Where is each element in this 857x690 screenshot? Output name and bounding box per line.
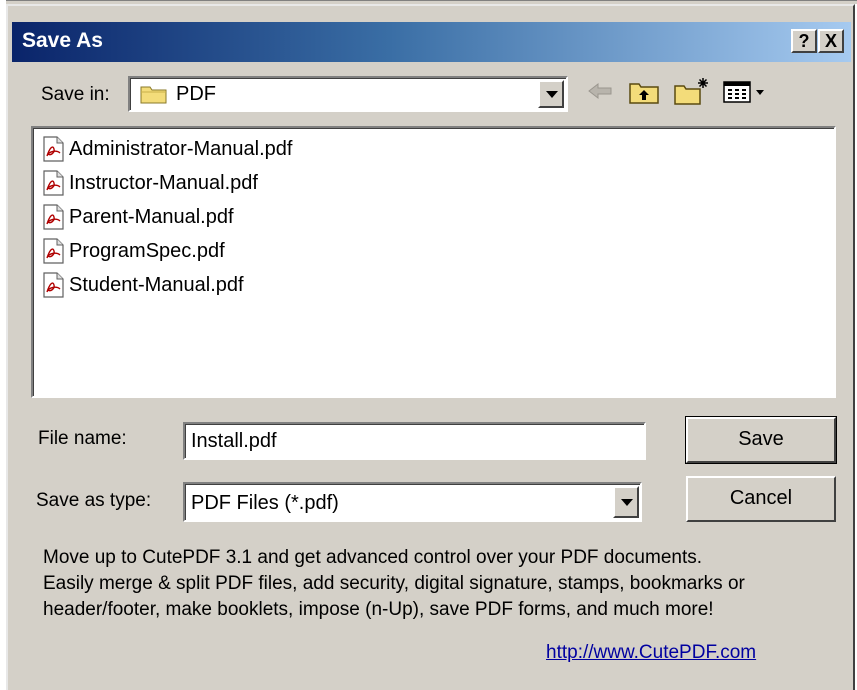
back-arrow-icon[interactable]	[585, 76, 615, 106]
save-in-dropdown-button[interactable]	[538, 80, 564, 108]
file-name: Student-Manual.pdf	[69, 273, 244, 296]
file-name: Parent-Manual.pdf	[69, 205, 234, 228]
save-in-dropdown[interactable]: PDF	[128, 76, 568, 112]
pdf-file-icon	[43, 204, 64, 230]
save-as-type-label: Save as type:	[36, 490, 152, 511]
file-list[interactable]: Administrator-Manual.pdf Instructor-Manu…	[31, 126, 836, 398]
pdf-file-icon	[43, 238, 64, 264]
cancel-button[interactable]: Cancel	[686, 476, 836, 522]
promo-line: header/footer, make booklets, impose (n-…	[43, 599, 714, 620]
save-in-value: PDF	[176, 83, 216, 105]
chevron-down-icon	[546, 91, 558, 98]
list-item[interactable]: Administrator-Manual.pdf	[41, 134, 292, 164]
file-name: ProgramSpec.pdf	[69, 239, 225, 262]
save-as-type-dropdown[interactable]: PDF Files (*.pdf)	[183, 482, 642, 522]
save-as-type-dropdown-button[interactable]	[613, 486, 639, 518]
list-item[interactable]: ProgramSpec.pdf	[41, 236, 225, 266]
promo-text: Move up to CutePDF 3.1 and get advanced …	[43, 545, 745, 623]
file-name: Instructor-Manual.pdf	[69, 171, 258, 194]
list-item[interactable]: Student-Manual.pdf	[41, 270, 244, 300]
view-menu-icon[interactable]	[720, 76, 770, 106]
file-name-label: File name:	[38, 428, 127, 449]
cutepdf-link[interactable]: http://www.CutePDF.com	[546, 642, 756, 664]
file-name-input[interactable]	[183, 422, 646, 460]
up-folder-icon[interactable]	[627, 76, 661, 106]
list-item[interactable]: Instructor-Manual.pdf	[41, 168, 258, 198]
promo-line: Move up to CutePDF 3.1 and get advanced …	[43, 547, 703, 568]
close-button[interactable]: X	[818, 29, 844, 53]
list-item[interactable]: Parent-Manual.pdf	[41, 202, 234, 232]
help-button[interactable]: ?	[791, 29, 817, 53]
pdf-file-icon	[43, 272, 64, 298]
title-bar[interactable]: Save As ? X	[12, 22, 851, 62]
pdf-file-icon	[43, 170, 64, 196]
save-button[interactable]: Save	[685, 416, 837, 464]
pdf-file-icon	[43, 136, 64, 162]
save-as-type-value: PDF Files (*.pdf)	[191, 492, 339, 514]
save-in-label: Save in:	[41, 84, 110, 105]
promo-line: Easily merge & split PDF files, add secu…	[43, 573, 745, 594]
new-folder-icon[interactable]	[672, 76, 712, 106]
folder-icon	[140, 86, 167, 104]
file-name: Administrator-Manual.pdf	[69, 137, 293, 160]
chevron-down-icon	[621, 499, 633, 506]
dialog-title: Save As	[22, 29, 103, 52]
